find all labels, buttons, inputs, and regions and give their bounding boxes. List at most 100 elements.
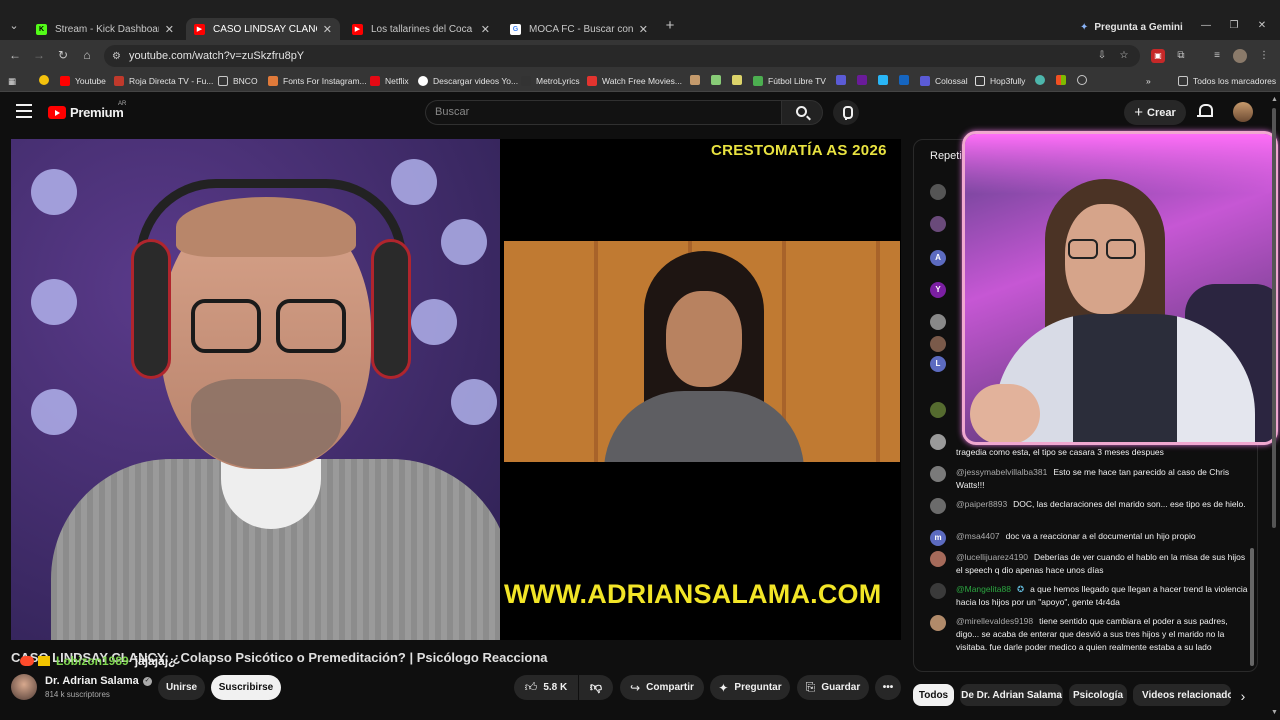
home-icon[interactable]: ⌂ bbox=[79, 47, 95, 63]
restore-button[interactable]: ❐ bbox=[1224, 18, 1244, 34]
chevron-right-icon[interactable]: › bbox=[1236, 688, 1250, 704]
dislike-button[interactable]: 👎︎ bbox=[579, 675, 613, 700]
gemini-button[interactable]: ✦ Pregunta a Gemini bbox=[1080, 18, 1183, 36]
chat-message: @jessymabelvillalba381 Esto se me hace ta… bbox=[930, 466, 1250, 494]
bookmark-netflix[interactable]: Netflix bbox=[370, 73, 409, 89]
download-icon bbox=[418, 76, 428, 86]
more-bookmarks-icon[interactable]: » bbox=[1146, 73, 1151, 89]
emoji-bookmark-icon[interactable] bbox=[39, 75, 49, 85]
bookmark-futbol-libre[interactable]: Fútbol Libre TV bbox=[753, 73, 826, 89]
close-tab-icon[interactable]: ✕ bbox=[639, 23, 648, 36]
close-tab-icon[interactable]: ✕ bbox=[323, 23, 332, 36]
media-control-icon[interactable]: ≡ bbox=[1210, 49, 1224, 63]
apps-grid-icon[interactable]: ▦ bbox=[8, 73, 16, 89]
all-bookmarks-folder[interactable]: Todos los marcadores bbox=[1178, 73, 1276, 89]
back-icon[interactable]: ← bbox=[7, 47, 23, 63]
bookmark-colossal[interactable]: Colossal bbox=[920, 73, 968, 89]
avatar bbox=[930, 498, 946, 514]
bookmark-bnco[interactable]: BNCO bbox=[218, 73, 258, 89]
site-info-icon[interactable]: ⚙ bbox=[112, 51, 121, 62]
browser-menu-icon[interactable]: ⋮ bbox=[1257, 49, 1271, 63]
chip-psicologia[interactable]: Psicología bbox=[1069, 684, 1127, 706]
tab-youtube-video[interactable]: ▶ CASO LINDSAY CLANCY: ¿Colap ✕ bbox=[186, 18, 340, 40]
avatar: A bbox=[930, 250, 946, 266]
bookmark-watch-movies[interactable]: Watch Free Movies... bbox=[587, 73, 682, 89]
search-input[interactable]: Buscar bbox=[425, 100, 781, 125]
install-app-icon[interactable]: ⇩ bbox=[1095, 49, 1109, 63]
member-badge-icon: ✪ bbox=[1016, 584, 1025, 594]
new-tab-button[interactable]: + bbox=[662, 18, 678, 34]
scroll-up-icon[interactable]: ▲ bbox=[1271, 96, 1278, 103]
avatar bbox=[930, 466, 946, 482]
chat-message: @paiper8893 DOC, las declaraciones del ma… bbox=[930, 498, 1250, 526]
search-button[interactable] bbox=[781, 100, 823, 125]
bookmark-icon-1[interactable] bbox=[690, 75, 700, 85]
yahoo-icon[interactable] bbox=[857, 75, 867, 85]
subscriber-count: 814 k suscriptores bbox=[45, 690, 110, 699]
chat-message: @Mangelita88 ✪ a que hemos llegado que lle… bbox=[930, 583, 1250, 611]
account-avatar[interactable] bbox=[1233, 102, 1253, 122]
website-watermark: WWW.ADRIANSALAMA.COM bbox=[504, 579, 882, 609]
bookmark-icon-4[interactable] bbox=[836, 75, 846, 85]
avatar bbox=[930, 402, 946, 418]
ask-button[interactable]: ✦ Preguntar bbox=[710, 675, 790, 700]
page-scrollbar[interactable]: ▲ ▼ bbox=[1271, 96, 1278, 716]
badge-icon bbox=[20, 656, 34, 666]
more-actions-icon[interactable]: ••• bbox=[875, 675, 901, 700]
scroll-down-icon[interactable]: ▼ bbox=[1271, 709, 1278, 716]
close-tab-icon[interactable]: ✕ bbox=[165, 23, 174, 36]
voice-search-icon[interactable] bbox=[833, 100, 859, 125]
avatar bbox=[930, 314, 946, 330]
bookmark-icon-5[interactable] bbox=[878, 75, 888, 85]
profile-avatar[interactable] bbox=[1233, 49, 1247, 63]
extension-icon[interactable]: ▣ bbox=[1151, 49, 1165, 63]
bookmark-icon-2[interactable] bbox=[711, 75, 721, 85]
hamburger-menu-icon[interactable] bbox=[16, 104, 32, 118]
share-icon: ↪ bbox=[630, 680, 641, 695]
bookmark-fonts[interactable]: Fonts For Instagram... bbox=[268, 73, 367, 89]
close-tab-icon[interactable]: ✕ bbox=[481, 23, 490, 36]
sparkle-icon: ✦ bbox=[718, 680, 729, 695]
bookmark-icon-6[interactable] bbox=[899, 75, 909, 85]
chat-header[interactable]: Repeti bbox=[930, 150, 962, 162]
tab-kick-dashboard[interactable]: K Stream - Kick Dashboard ✕ bbox=[28, 18, 182, 40]
tab-youtube-tallarines[interactable]: ▶ Los tallarines del Coca Mendoz ✕ bbox=[344, 18, 498, 40]
close-window-button[interactable]: ✕ bbox=[1252, 18, 1272, 34]
avatar: L bbox=[930, 356, 946, 372]
bookmark-star-icon[interactable]: ☆ bbox=[1117, 49, 1131, 63]
chip-videos-relacionados[interactable]: Videos relacionado bbox=[1133, 684, 1231, 706]
forward-icon[interactable]: → bbox=[31, 47, 47, 63]
notifications-bell-icon[interactable] bbox=[1196, 103, 1213, 121]
bookmark-descargar[interactable]: Descargar videos Yo... bbox=[418, 73, 518, 89]
extensions-puzzle-icon[interactable]: ⧉ bbox=[1174, 49, 1188, 63]
roja-directa-icon bbox=[114, 76, 124, 86]
video-player[interactable]: CRESTOMATÍA AS 2026 WWW.ADRIANSALAMA.COM bbox=[11, 139, 901, 640]
address-bar[interactable]: ⚙ youtube.com/watch?v=zuSkzfru8pY bbox=[104, 45, 1140, 67]
chip-de-dr-adrian-salama[interactable]: De Dr. Adrian Salama bbox=[960, 684, 1063, 706]
youtube-premium-logo[interactable]: Premium AR bbox=[48, 101, 126, 120]
bookmark-roja-directa[interactable]: Roja Directa TV - Fu... bbox=[114, 73, 213, 89]
microsoft-icon[interactable] bbox=[1056, 75, 1066, 85]
share-button[interactable]: ↪ Compartir bbox=[620, 675, 704, 700]
tab-search-icon[interactable]: ⌄ bbox=[6, 18, 22, 34]
chip-todos[interactable]: Todos bbox=[913, 684, 954, 706]
bookmark-youtube[interactable]: Youtube bbox=[60, 73, 106, 89]
create-button[interactable]: + Crear bbox=[1124, 100, 1186, 125]
bookmark-hop3fully[interactable]: Hop3fully bbox=[975, 73, 1025, 89]
subscribe-button[interactable]: Suscribirse bbox=[211, 675, 281, 700]
like-button[interactable]: 👍︎ 5.8 K bbox=[514, 675, 578, 700]
bookmark-icon-3[interactable] bbox=[732, 75, 742, 85]
globe-icon[interactable] bbox=[1077, 75, 1087, 85]
save-button[interactable]: ⎘ Guardar bbox=[797, 675, 869, 700]
reload-icon[interactable]: ↻ bbox=[55, 47, 71, 63]
channel-avatar[interactable] bbox=[11, 674, 37, 700]
join-button[interactable]: Unirse bbox=[158, 675, 205, 700]
chat-scrollbar[interactable] bbox=[1250, 548, 1254, 666]
tab-google-search[interactable]: G MOCA FC - Buscar con Google ✕ bbox=[502, 18, 656, 40]
bookmark-metrolyrics[interactable]: MetroLyrics bbox=[521, 73, 580, 89]
channel-name[interactable]: Dr. Adrian Salama ✓ bbox=[45, 675, 152, 687]
avatar: Y bbox=[930, 282, 946, 298]
fonts-icon bbox=[268, 76, 278, 86]
minimize-button[interactable]: — bbox=[1196, 18, 1216, 34]
bookmark-icon-7[interactable] bbox=[1035, 75, 1045, 85]
